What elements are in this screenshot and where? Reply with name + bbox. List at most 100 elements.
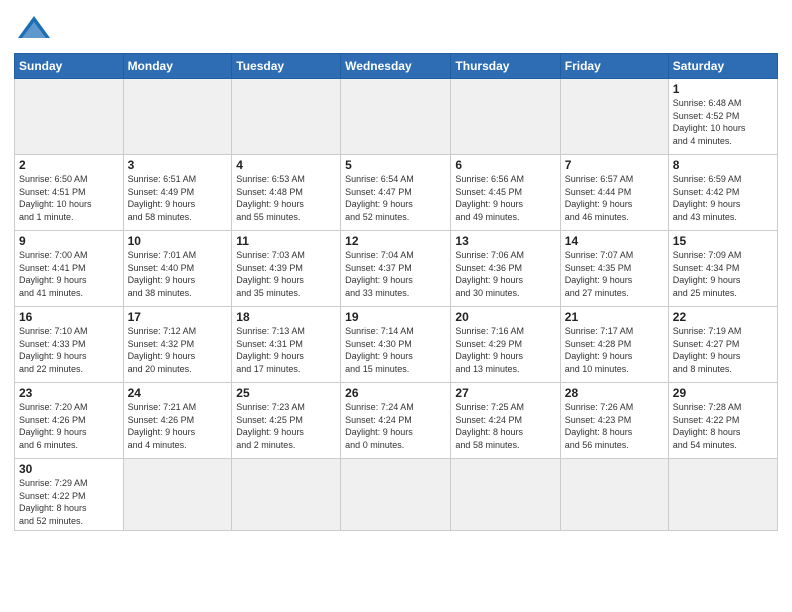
day-info: Sunrise: 7:13 AM Sunset: 4:31 PM Dayligh… bbox=[236, 325, 336, 375]
day-info: Sunrise: 7:04 AM Sunset: 4:37 PM Dayligh… bbox=[345, 249, 446, 299]
day-info: Sunrise: 7:03 AM Sunset: 4:39 PM Dayligh… bbox=[236, 249, 336, 299]
week-row-2: 9Sunrise: 7:00 AM Sunset: 4:41 PM Daylig… bbox=[15, 231, 778, 307]
calendar-cell bbox=[668, 459, 777, 531]
day-info: Sunrise: 7:21 AM Sunset: 4:26 PM Dayligh… bbox=[128, 401, 228, 451]
calendar-cell: 11Sunrise: 7:03 AM Sunset: 4:39 PM Dayli… bbox=[232, 231, 341, 307]
calendar-cell bbox=[232, 79, 341, 155]
weekday-header-row: SundayMondayTuesdayWednesdayThursdayFrid… bbox=[15, 54, 778, 79]
day-info: Sunrise: 7:09 AM Sunset: 4:34 PM Dayligh… bbox=[673, 249, 773, 299]
logo bbox=[14, 14, 52, 47]
day-number: 1 bbox=[673, 82, 773, 96]
day-info: Sunrise: 7:17 AM Sunset: 4:28 PM Dayligh… bbox=[565, 325, 664, 375]
day-number: 10 bbox=[128, 234, 228, 248]
day-number: 24 bbox=[128, 386, 228, 400]
weekday-friday: Friday bbox=[560, 54, 668, 79]
day-number: 17 bbox=[128, 310, 228, 324]
day-info: Sunrise: 7:07 AM Sunset: 4:35 PM Dayligh… bbox=[565, 249, 664, 299]
weekday-sunday: Sunday bbox=[15, 54, 124, 79]
day-number: 4 bbox=[236, 158, 336, 172]
calendar-cell: 26Sunrise: 7:24 AM Sunset: 4:24 PM Dayli… bbox=[341, 383, 451, 459]
week-row-5: 30Sunrise: 7:29 AM Sunset: 4:22 PM Dayli… bbox=[15, 459, 778, 531]
day-number: 12 bbox=[345, 234, 446, 248]
calendar-cell: 17Sunrise: 7:12 AM Sunset: 4:32 PM Dayli… bbox=[123, 307, 232, 383]
calendar-cell: 30Sunrise: 7:29 AM Sunset: 4:22 PM Dayli… bbox=[15, 459, 124, 531]
weekday-monday: Monday bbox=[123, 54, 232, 79]
calendar-cell bbox=[232, 459, 341, 531]
day-number: 8 bbox=[673, 158, 773, 172]
day-number: 15 bbox=[673, 234, 773, 248]
day-number: 5 bbox=[345, 158, 446, 172]
calendar-cell: 23Sunrise: 7:20 AM Sunset: 4:26 PM Dayli… bbox=[15, 383, 124, 459]
header bbox=[14, 10, 778, 47]
calendar-cell: 6Sunrise: 6:56 AM Sunset: 4:45 PM Daylig… bbox=[451, 155, 560, 231]
day-info: Sunrise: 7:00 AM Sunset: 4:41 PM Dayligh… bbox=[19, 249, 119, 299]
day-info: Sunrise: 7:28 AM Sunset: 4:22 PM Dayligh… bbox=[673, 401, 773, 451]
day-info: Sunrise: 6:54 AM Sunset: 4:47 PM Dayligh… bbox=[345, 173, 446, 223]
calendar-cell: 29Sunrise: 7:28 AM Sunset: 4:22 PM Dayli… bbox=[668, 383, 777, 459]
calendar-cell bbox=[560, 79, 668, 155]
logo-icon bbox=[16, 14, 52, 42]
day-number: 30 bbox=[19, 462, 119, 476]
day-number: 25 bbox=[236, 386, 336, 400]
day-number: 22 bbox=[673, 310, 773, 324]
weekday-saturday: Saturday bbox=[668, 54, 777, 79]
day-number: 26 bbox=[345, 386, 446, 400]
day-number: 2 bbox=[19, 158, 119, 172]
calendar-cell bbox=[341, 459, 451, 531]
calendar-cell: 3Sunrise: 6:51 AM Sunset: 4:49 PM Daylig… bbox=[123, 155, 232, 231]
week-row-4: 23Sunrise: 7:20 AM Sunset: 4:26 PM Dayli… bbox=[15, 383, 778, 459]
day-info: Sunrise: 7:20 AM Sunset: 4:26 PM Dayligh… bbox=[19, 401, 119, 451]
day-info: Sunrise: 7:24 AM Sunset: 4:24 PM Dayligh… bbox=[345, 401, 446, 451]
calendar-cell: 7Sunrise: 6:57 AM Sunset: 4:44 PM Daylig… bbox=[560, 155, 668, 231]
calendar-cell bbox=[451, 79, 560, 155]
calendar-cell bbox=[451, 459, 560, 531]
day-number: 27 bbox=[455, 386, 555, 400]
calendar-cell: 18Sunrise: 7:13 AM Sunset: 4:31 PM Dayli… bbox=[232, 307, 341, 383]
week-row-1: 2Sunrise: 6:50 AM Sunset: 4:51 PM Daylig… bbox=[15, 155, 778, 231]
calendar-cell bbox=[123, 79, 232, 155]
calendar-cell: 20Sunrise: 7:16 AM Sunset: 4:29 PM Dayli… bbox=[451, 307, 560, 383]
calendar-cell: 15Sunrise: 7:09 AM Sunset: 4:34 PM Dayli… bbox=[668, 231, 777, 307]
day-info: Sunrise: 7:10 AM Sunset: 4:33 PM Dayligh… bbox=[19, 325, 119, 375]
day-info: Sunrise: 7:01 AM Sunset: 4:40 PM Dayligh… bbox=[128, 249, 228, 299]
day-number: 19 bbox=[345, 310, 446, 324]
day-info: Sunrise: 7:16 AM Sunset: 4:29 PM Dayligh… bbox=[455, 325, 555, 375]
calendar-cell: 21Sunrise: 7:17 AM Sunset: 4:28 PM Dayli… bbox=[560, 307, 668, 383]
day-info: Sunrise: 6:59 AM Sunset: 4:42 PM Dayligh… bbox=[673, 173, 773, 223]
day-number: 13 bbox=[455, 234, 555, 248]
day-info: Sunrise: 7:12 AM Sunset: 4:32 PM Dayligh… bbox=[128, 325, 228, 375]
day-info: Sunrise: 7:25 AM Sunset: 4:24 PM Dayligh… bbox=[455, 401, 555, 451]
day-number: 16 bbox=[19, 310, 119, 324]
day-number: 11 bbox=[236, 234, 336, 248]
day-number: 29 bbox=[673, 386, 773, 400]
day-number: 9 bbox=[19, 234, 119, 248]
calendar-cell: 19Sunrise: 7:14 AM Sunset: 4:30 PM Dayli… bbox=[341, 307, 451, 383]
week-row-3: 16Sunrise: 7:10 AM Sunset: 4:33 PM Dayli… bbox=[15, 307, 778, 383]
calendar-cell: 16Sunrise: 7:10 AM Sunset: 4:33 PM Dayli… bbox=[15, 307, 124, 383]
calendar-cell bbox=[15, 79, 124, 155]
day-info: Sunrise: 6:57 AM Sunset: 4:44 PM Dayligh… bbox=[565, 173, 664, 223]
calendar-cell: 22Sunrise: 7:19 AM Sunset: 4:27 PM Dayli… bbox=[668, 307, 777, 383]
calendar-cell: 5Sunrise: 6:54 AM Sunset: 4:47 PM Daylig… bbox=[341, 155, 451, 231]
calendar-cell: 2Sunrise: 6:50 AM Sunset: 4:51 PM Daylig… bbox=[15, 155, 124, 231]
calendar-cell: 1Sunrise: 6:48 AM Sunset: 4:52 PM Daylig… bbox=[668, 79, 777, 155]
page: SundayMondayTuesdayWednesdayThursdayFrid… bbox=[0, 0, 792, 541]
day-number: 20 bbox=[455, 310, 555, 324]
day-number: 21 bbox=[565, 310, 664, 324]
calendar-cell: 12Sunrise: 7:04 AM Sunset: 4:37 PM Dayli… bbox=[341, 231, 451, 307]
day-info: Sunrise: 6:56 AM Sunset: 4:45 PM Dayligh… bbox=[455, 173, 555, 223]
day-number: 14 bbox=[565, 234, 664, 248]
calendar-cell: 8Sunrise: 6:59 AM Sunset: 4:42 PM Daylig… bbox=[668, 155, 777, 231]
calendar-cell bbox=[560, 459, 668, 531]
calendar-table: SundayMondayTuesdayWednesdayThursdayFrid… bbox=[14, 53, 778, 531]
calendar-cell: 24Sunrise: 7:21 AM Sunset: 4:26 PM Dayli… bbox=[123, 383, 232, 459]
week-row-0: 1Sunrise: 6:48 AM Sunset: 4:52 PM Daylig… bbox=[15, 79, 778, 155]
calendar-cell: 4Sunrise: 6:53 AM Sunset: 4:48 PM Daylig… bbox=[232, 155, 341, 231]
weekday-wednesday: Wednesday bbox=[341, 54, 451, 79]
calendar-cell: 14Sunrise: 7:07 AM Sunset: 4:35 PM Dayli… bbox=[560, 231, 668, 307]
day-info: Sunrise: 7:14 AM Sunset: 4:30 PM Dayligh… bbox=[345, 325, 446, 375]
day-number: 6 bbox=[455, 158, 555, 172]
weekday-tuesday: Tuesday bbox=[232, 54, 341, 79]
calendar-cell bbox=[341, 79, 451, 155]
weekday-thursday: Thursday bbox=[451, 54, 560, 79]
